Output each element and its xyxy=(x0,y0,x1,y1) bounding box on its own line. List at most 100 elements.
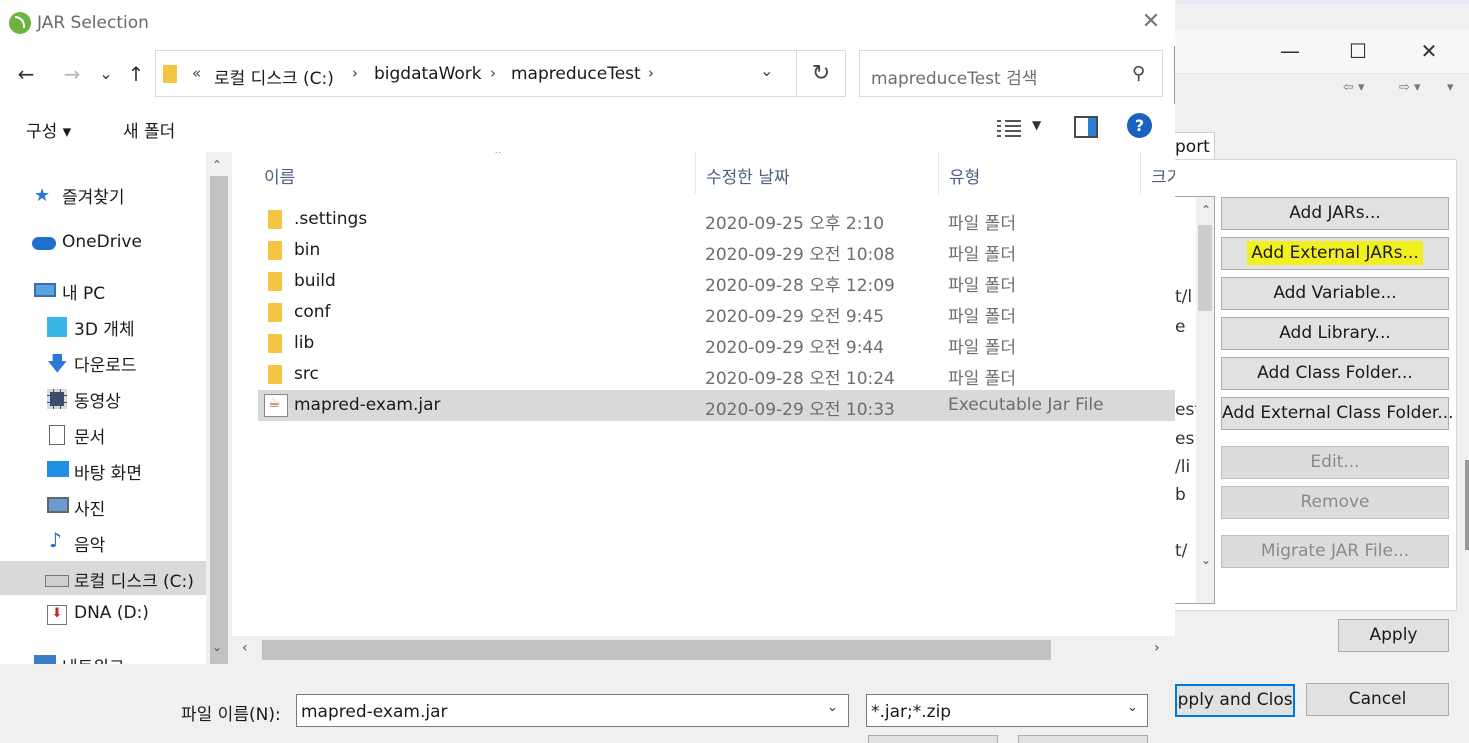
close-button[interactable]: ✕ xyxy=(1414,36,1444,66)
apply-button[interactable]: Apply xyxy=(1338,619,1449,652)
file-row-settings[interactable]: .settings 2020-09-25 오후 2:10 파일 폴더 xyxy=(258,204,1175,235)
breadcrumb-separator-icon[interactable]: › xyxy=(490,64,496,82)
file-row-lib[interactable]: lib 2020-09-29 오전 9:44 파일 폴더 xyxy=(258,328,1175,359)
scroll-down-icon[interactable]: ⌄ xyxy=(212,640,222,654)
edit-button[interactable]: Edit... xyxy=(1221,446,1449,479)
file-row-mapred-exam-jar[interactable]: mapred-exam.jar 2020-09-29 오전 10:33 Exec… xyxy=(258,390,1175,421)
search-placeholder: mapreduceTest 검색 xyxy=(871,69,1038,89)
migrate-jar-button[interactable]: Migrate JAR File... xyxy=(1221,535,1449,568)
file-list-horizontal-scrollbar[interactable]: ‹ › xyxy=(232,636,1175,664)
add-class-folder-button[interactable]: Add Class Folder... xyxy=(1221,357,1449,390)
file-row-build[interactable]: build 2020-09-28 오후 12:09 파일 폴더 xyxy=(258,266,1175,297)
nav-item-desktop[interactable]: 바탕 화면 xyxy=(0,453,206,487)
dialog-close-icon[interactable]: ✕ xyxy=(1136,6,1166,38)
scroll-down-icon[interactable]: ⌄ xyxy=(1201,553,1211,567)
nav-item-pictures[interactable]: 사진 xyxy=(0,489,206,523)
nav-item-music[interactable]: ♪ 음악 xyxy=(0,525,206,559)
nav-pane-scrollbar[interactable]: ⌃ ⌄ xyxy=(206,152,232,743)
nav-pane-scrollbar-thumb[interactable] xyxy=(210,176,228,743)
list-item[interactable]: t/ xyxy=(1175,541,1187,561)
file-row-conf[interactable]: conf 2020-09-29 오전 9:45 파일 폴더 xyxy=(258,297,1175,328)
forward-arrow-icon[interactable]: → xyxy=(58,58,86,90)
add-variable-button[interactable]: Add Variable... xyxy=(1221,277,1449,310)
nav-item-this-pc[interactable]: 내 PC xyxy=(0,273,206,307)
list-item[interactable]: /li xyxy=(1175,457,1190,477)
tab-order-and-export[interactable]: port xyxy=(1175,132,1215,160)
dialog-cancel-button[interactable] xyxy=(1018,735,1148,743)
add-library-button[interactable]: Add Library... xyxy=(1221,317,1449,350)
recent-locations-icon[interactable]: ⌄ xyxy=(96,58,116,90)
breadcrumb-mapreducetest[interactable]: mapreduceTest xyxy=(511,64,641,84)
breadcrumb-separator-icon[interactable]: › xyxy=(352,64,358,82)
filetype-select[interactable]: *.jar;*.zip ⌄ xyxy=(866,694,1148,727)
horizontal-scrollbar-thumb[interactable] xyxy=(262,640,1051,660)
history-back-icon[interactable]: ⇦ ▾ xyxy=(1343,80,1365,95)
history-forward-icon[interactable]: ⇨ ▾ xyxy=(1399,80,1421,95)
nav-item-downloads[interactable]: 🡇 다운로드 xyxy=(0,345,206,379)
classpath-list[interactable]: t/l e est es /li b t/ ⌃ ⌄ xyxy=(1175,196,1215,604)
list-item[interactable]: t/l xyxy=(1175,287,1192,307)
add-external-jars-label: Add External JARs... xyxy=(1247,241,1423,265)
cancel-button[interactable]: Cancel xyxy=(1306,683,1449,716)
network-icon xyxy=(34,655,56,664)
minimize-button[interactable]: — xyxy=(1275,36,1305,66)
breadcrumb-separator-icon[interactable]: › xyxy=(648,64,654,82)
scroll-up-icon[interactable]: ⌃ xyxy=(212,158,222,172)
search-icon[interactable]: ⚲ xyxy=(1132,63,1145,84)
add-external-jars-button[interactable]: Add External JARs... xyxy=(1221,237,1449,270)
maximize-button[interactable]: ☐ xyxy=(1343,36,1373,66)
add-jars-button[interactable]: Add JARs... xyxy=(1221,197,1449,230)
organize-menu[interactable]: 구성 ▾ xyxy=(26,117,71,142)
nav-item-3d-objects[interactable]: 3D 개체 xyxy=(0,309,206,343)
filename-input[interactable]: mapred-exam.jar ⌄ xyxy=(296,694,849,727)
breadcrumb-bigdatawork[interactable]: bigdataWork xyxy=(374,64,482,84)
list-item[interactable]: b xyxy=(1175,485,1186,505)
breadcrumb-local-disk[interactable]: 로컬 디스크 (C:) xyxy=(214,64,334,89)
file-date: 2020-09-29 오전 10:33 xyxy=(705,400,895,420)
list-item[interactable]: es xyxy=(1175,429,1194,449)
nav-label: 다운로드 xyxy=(74,356,137,376)
scroll-up-icon[interactable]: ⌃ xyxy=(1201,203,1211,217)
nav-item-dna-d[interactable]: ⬇ DNA (D:) xyxy=(0,597,206,631)
file-name: mapred-exam.jar xyxy=(294,395,441,415)
pc-icon xyxy=(34,283,56,297)
file-row-bin[interactable]: bin 2020-09-29 오전 10:08 파일 폴더 xyxy=(258,235,1175,266)
back-arrow-icon[interactable]: ← xyxy=(12,58,40,90)
scroll-right-icon[interactable]: › xyxy=(1154,640,1160,656)
nav-item-favorites[interactable]: ★ 즐겨찾기 xyxy=(0,177,206,211)
nav-label: OneDrive xyxy=(62,232,142,252)
nav-item-documents[interactable]: 문서 xyxy=(0,417,206,451)
help-icon[interactable]: ? xyxy=(1127,113,1152,138)
file-type: Executable Jar File xyxy=(948,395,1104,415)
column-header-name[interactable]: ⌃ 이름 xyxy=(258,152,696,194)
refresh-icon[interactable]: ↻ xyxy=(797,50,846,97)
nav-item-onedrive[interactable]: OneDrive xyxy=(0,226,206,260)
column-header-size[interactable]: 크기 xyxy=(1141,152,1175,194)
address-dropdown-icon[interactable]: ⌄ xyxy=(760,61,773,80)
apply-and-close-button[interactable]: Apply and Close xyxy=(1175,684,1295,717)
filetype-dropdown-icon[interactable]: ⌄ xyxy=(1127,700,1138,715)
add-external-class-folder-button[interactable]: Add External Class Folder... xyxy=(1221,397,1454,430)
search-input[interactable]: mapreduceTest 검색 ⚲ xyxy=(859,50,1163,97)
view-details-icon[interactable] xyxy=(997,117,1021,137)
scroll-left-icon[interactable]: ‹ xyxy=(242,640,248,656)
column-header-type[interactable]: 유형 xyxy=(939,152,1141,194)
open-button[interactable] xyxy=(868,735,998,743)
nav-label: 사진 xyxy=(74,500,106,520)
nav-item-local-disk-c[interactable]: 로컬 디스크 (C:) xyxy=(0,561,206,595)
preview-pane-icon[interactable] xyxy=(1074,116,1098,138)
view-menu-icon[interactable]: ▾ xyxy=(1447,80,1454,95)
up-arrow-icon[interactable]: ↑ xyxy=(122,58,150,90)
nav-item-videos[interactable]: 동영상 xyxy=(0,381,206,415)
column-header-date[interactable]: 수정한 날짜 xyxy=(696,152,939,194)
nav-item-network[interactable]: 네트워크 xyxy=(0,647,206,664)
list-item[interactable]: e xyxy=(1175,317,1185,337)
new-folder-button[interactable]: 새 폴더 xyxy=(123,117,175,142)
address-bar[interactable]: « 로컬 디스크 (C:) › bigdataWork › mapreduceT… xyxy=(155,50,797,97)
list-scrollbar-thumb[interactable] xyxy=(1198,225,1212,311)
filename-dropdown-icon[interactable]: ⌄ xyxy=(827,700,838,715)
view-options-chevron-icon[interactable]: ▼ xyxy=(1032,118,1041,132)
overflow-icon[interactable]: « xyxy=(192,64,201,82)
file-row-src[interactable]: src 2020-09-28 오전 10:24 파일 폴더 xyxy=(258,359,1175,390)
remove-button[interactable]: Remove xyxy=(1221,486,1449,519)
